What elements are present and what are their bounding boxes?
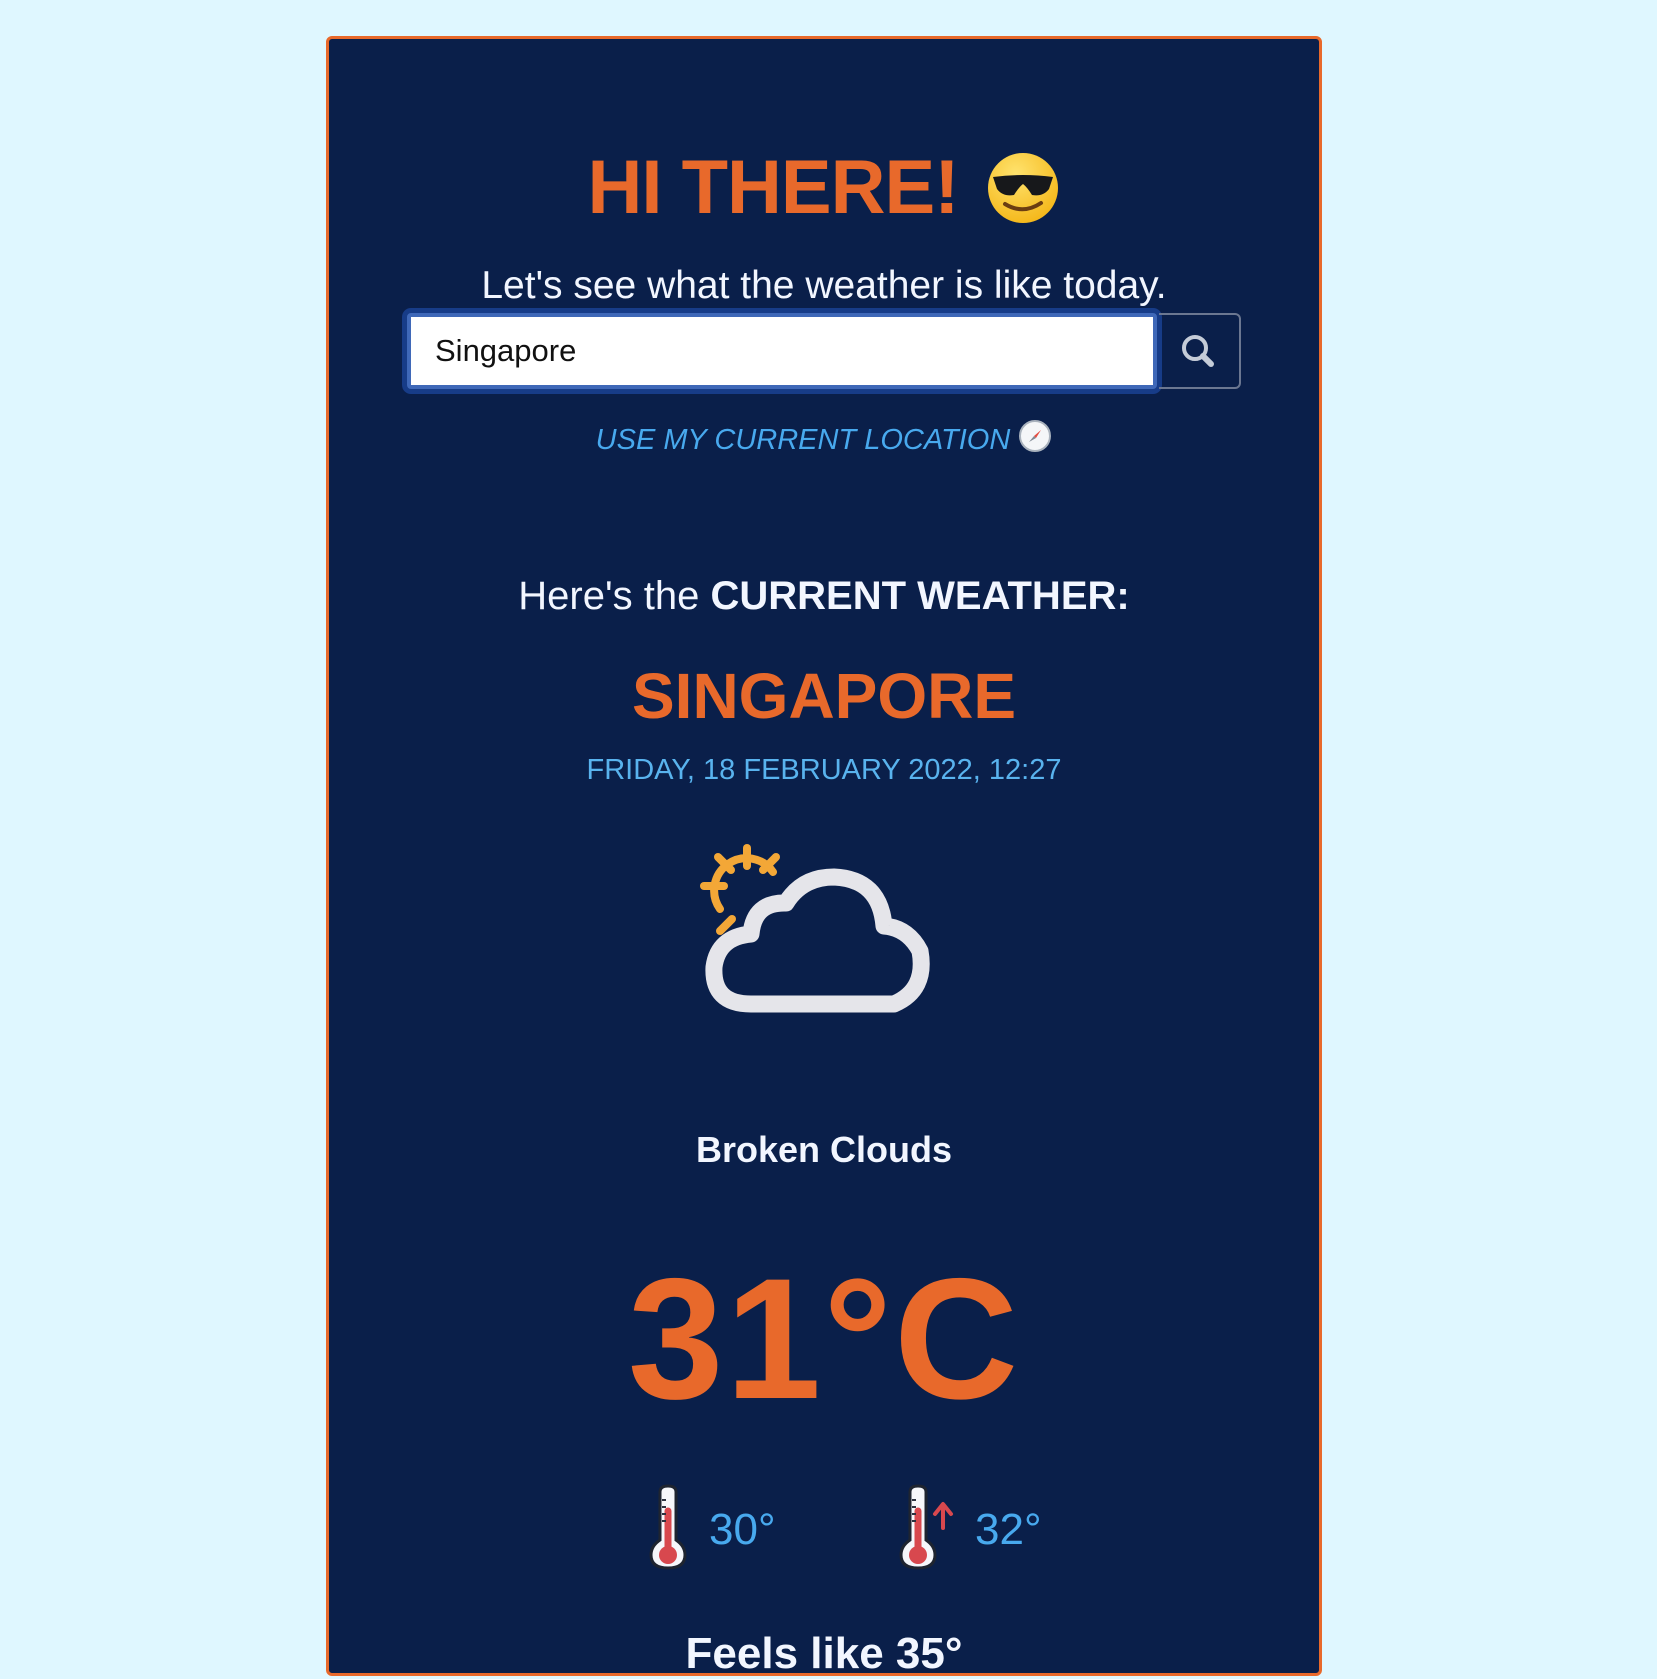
greeting-text: HI THERE!	[587, 145, 960, 230]
partly-cloudy-day-icon	[684, 825, 984, 1035]
search-form	[407, 313, 1247, 397]
current-heading-emphasis: CURRENT WEATHER:	[710, 574, 1130, 618]
location-link-label: USE MY CURRENT LOCATION	[595, 423, 1011, 456]
feels-like-temperature: Feels like 35°	[685, 1629, 963, 1678]
max-temperature-value: 32°	[975, 1504, 1042, 1554]
search-icon	[1159, 335, 1239, 392]
weather-card: HI THERE! Let's see what the weather is …	[326, 36, 1322, 1678]
greeting-heading: HI THERE!	[329, 144, 1319, 231]
current-heading-prefix: Here's the	[518, 574, 700, 618]
weather-description: Broken Clouds	[695, 1129, 953, 1170]
thermometer-icon	[645, 1484, 691, 1575]
use-current-location-link[interactable]: USE MY CURRENT LOCATION	[329, 419, 1319, 461]
max-temperature: 32°	[895, 1484, 1042, 1575]
search-button[interactable]	[1159, 313, 1241, 389]
city-name: SINGAPORE	[631, 660, 1017, 732]
min-temperature: 30°	[645, 1484, 776, 1575]
min-temperature-value: 30°	[709, 1504, 776, 1554]
thermometer-up-icon	[895, 1484, 957, 1575]
current-weather-heading: Here's the CURRENT WEATHER:	[329, 574, 1319, 619]
min-max-temperature: 30° 32°	[329, 1484, 1319, 1574]
current-temperature: 31°C	[627, 1243, 1021, 1435]
city-search-input[interactable]	[407, 313, 1157, 389]
compass-icon	[1018, 419, 1052, 461]
sunglasses-face-icon	[985, 150, 1061, 226]
subtitle: Let's see what the weather is like today…	[481, 264, 1167, 307]
date-time: FRIDAY, 18 FEBRUARY 2022, 12:27	[586, 754, 1062, 786]
